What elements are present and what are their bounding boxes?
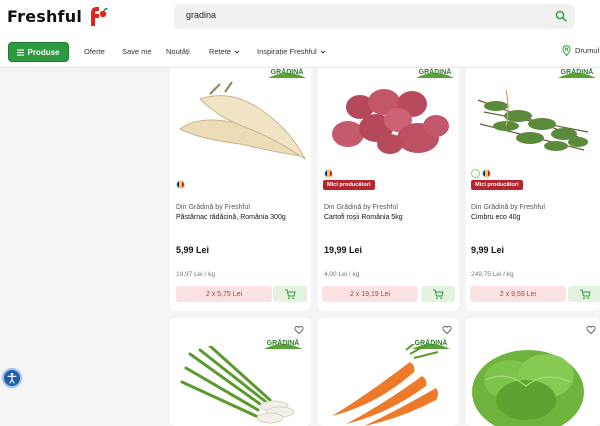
badge-title: GRĂDINĂ (419, 67, 452, 76)
heart-icon[interactable] (442, 325, 452, 335)
romania-flag-icon (482, 169, 491, 178)
eco-leaf-icon (471, 169, 480, 178)
cart-add-icon (285, 289, 296, 299)
cart-add-icon (580, 289, 591, 299)
small-producers-badge: Mici producători (471, 180, 523, 190)
location-label: Drumul (575, 46, 600, 55)
nav-item-label: Save me (122, 47, 152, 56)
product-image-green-onions (180, 346, 295, 424)
search-icon[interactable] (555, 10, 567, 22)
product-price: 5,99 Lei (176, 245, 210, 255)
product-card[interactable]: GRĂDINĂ Mici producători Din Grădină by … (466, 60, 600, 311)
nav-item-label: Noutăți (166, 47, 190, 56)
search-input[interactable]: gradina (186, 10, 216, 20)
product-card[interactable]: GRĂDINĂ (318, 318, 459, 426)
product-price: 19,99 Lei (324, 245, 363, 255)
heart-icon[interactable] (294, 325, 304, 335)
product-name[interactable]: Păstârnac rădăcină, România 300g (176, 214, 286, 221)
add-to-cart-button[interactable] (568, 286, 600, 302)
badge-title: GRĂDINĂ (271, 67, 304, 76)
product-unit-price: 4,00 Lei / kg (324, 271, 360, 278)
menu-icon (17, 49, 25, 56)
add-to-cart-button[interactable] (273, 286, 307, 302)
product-brand: Din Grădină by Freshful (176, 204, 250, 211)
product-name[interactable]: Cimbru eco 40g (471, 214, 520, 221)
delivery-location[interactable]: Drumul (562, 45, 599, 56)
product-unit-price: 249,75 Lei / kg (471, 271, 514, 278)
product-brand: Din Grădină by Freshful (471, 204, 545, 211)
promo-button[interactable]: 2 x 19,19 Lei (322, 286, 418, 302)
product-card[interactable]: GRĂDINĂ Din Grădină by Freshful Păstârna… (170, 60, 311, 311)
nav-item-noutati[interactable]: Noutăți (166, 47, 190, 56)
product-brand: Din Grădină by Freshful (324, 204, 398, 211)
cart-add-icon (433, 289, 444, 299)
add-to-cart-button[interactable] (421, 286, 455, 302)
nav-item-save-me[interactable]: Save me (122, 47, 152, 56)
nav-item-inspiratie[interactable]: Inspirație Freshful (257, 47, 326, 56)
product-card[interactable]: GRĂDINĂ (170, 318, 311, 426)
location-pin-icon (562, 45, 571, 56)
freshful-logo[interactable]: Freshful (7, 4, 110, 28)
nav-item-oferte[interactable]: Oferte (84, 47, 105, 56)
page: Freshful gradina Produse Oferte Save me … (0, 0, 600, 426)
badge-title: GRĂDINĂ (561, 67, 594, 76)
romania-flag-icon (324, 169, 333, 178)
accessibility-icon (7, 372, 17, 384)
promo-button[interactable]: 2 x 9,59 Lei (470, 286, 566, 302)
product-card[interactable]: GRĂDINĂ Mici producători Din Grădină by … (318, 60, 459, 311)
search-bar[interactable]: gradina (174, 4, 575, 29)
products-menu-button[interactable]: Produse (8, 42, 69, 62)
product-card[interactable] (466, 318, 600, 426)
promo-label: 2 x 5,75 Lei (205, 290, 243, 298)
main-nav: Produse Oferte Save me Noutăți Rețete In… (0, 40, 600, 64)
accessibility-button[interactable] (2, 368, 22, 388)
product-unit-price: 19,97 Lei / kg (176, 271, 216, 278)
header: Freshful gradina Produse Oferte Save me … (0, 0, 600, 68)
chevron-down-icon (234, 50, 240, 54)
promo-label: 2 x 9,59 Lei (499, 290, 537, 298)
promo-label: 2 x 19,19 Lei (349, 290, 391, 298)
product-price: 9,99 Lei (471, 245, 505, 255)
promo-button[interactable]: 2 x 5,75 Lei (176, 286, 272, 302)
logo-f-icon (91, 7, 108, 26)
product-image-carrots (332, 344, 439, 426)
nav-item-retete[interactable]: Rețete (209, 47, 240, 56)
romania-flag-icon (176, 180, 185, 189)
product-image-lettuce (472, 350, 584, 426)
nav-item-label: Oferte (84, 47, 105, 56)
nav-item-label: Inspirație Freshful (257, 47, 317, 56)
products-label: Produse (27, 47, 60, 57)
product-name[interactable]: Cartofi roșii România 5kg (324, 214, 403, 221)
logo-text: Freshful (7, 6, 82, 26)
nav-item-label: Rețete (209, 47, 232, 56)
small-producers-badge: Mici producători (323, 180, 375, 190)
chevron-down-icon (320, 50, 325, 54)
